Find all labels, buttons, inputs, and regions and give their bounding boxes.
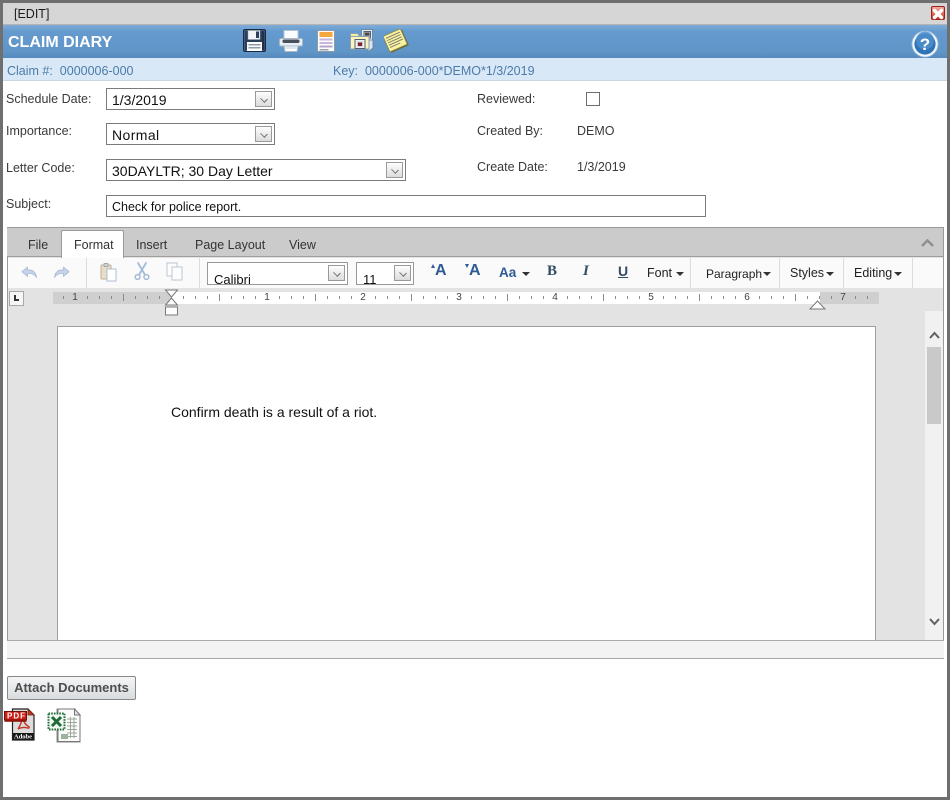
svg-text:PDF: PDF xyxy=(7,712,26,721)
svg-text:?: ? xyxy=(920,35,930,54)
svg-text:Adobe: Adobe xyxy=(14,734,32,741)
